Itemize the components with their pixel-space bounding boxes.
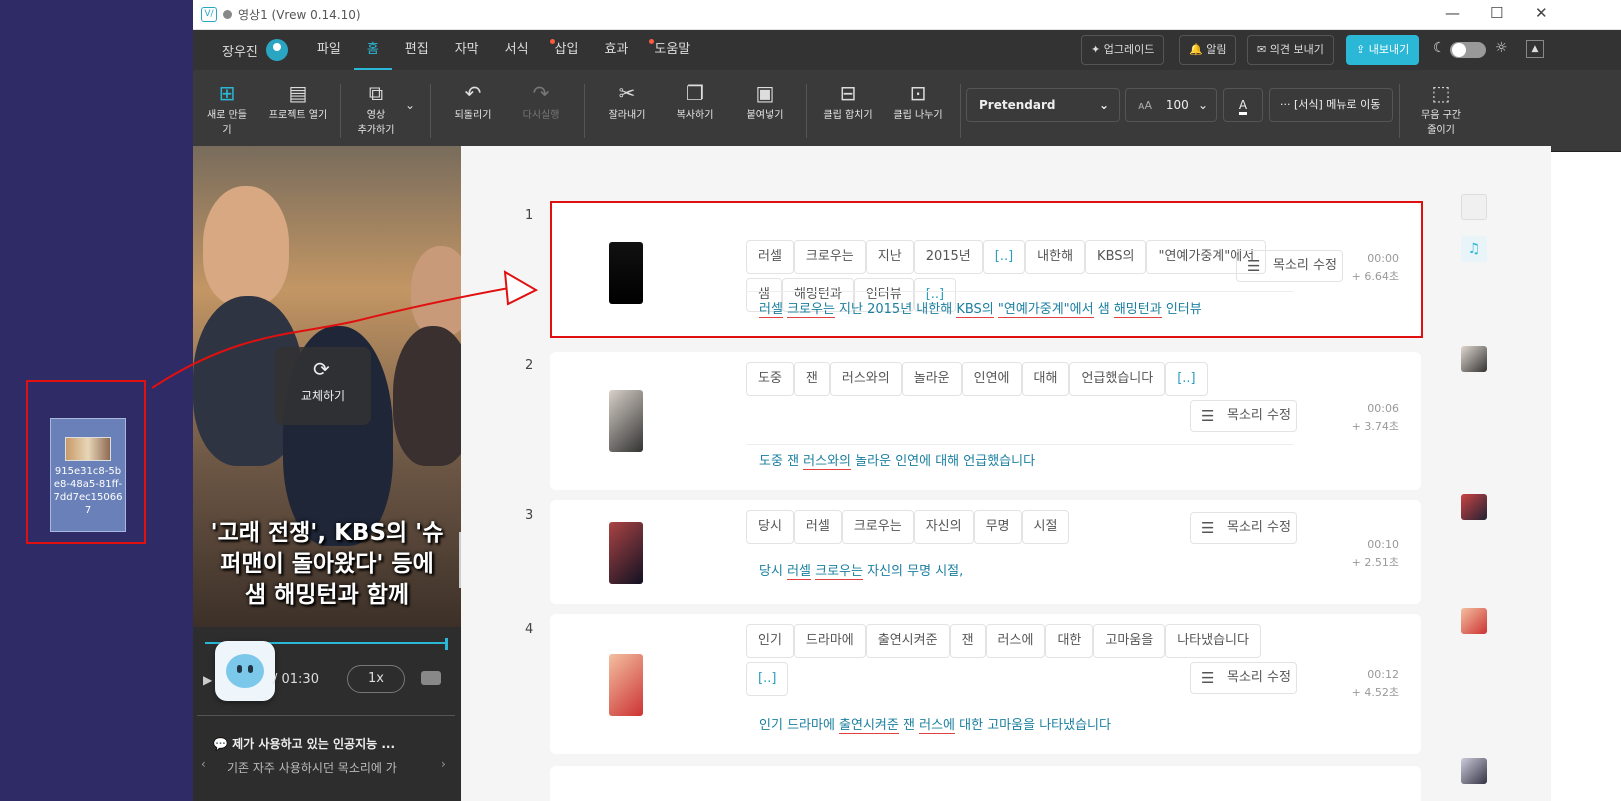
annotation-arrow bbox=[151, 270, 539, 389]
arrow-line bbox=[151, 285, 521, 389]
arrow-head bbox=[503, 270, 539, 306]
